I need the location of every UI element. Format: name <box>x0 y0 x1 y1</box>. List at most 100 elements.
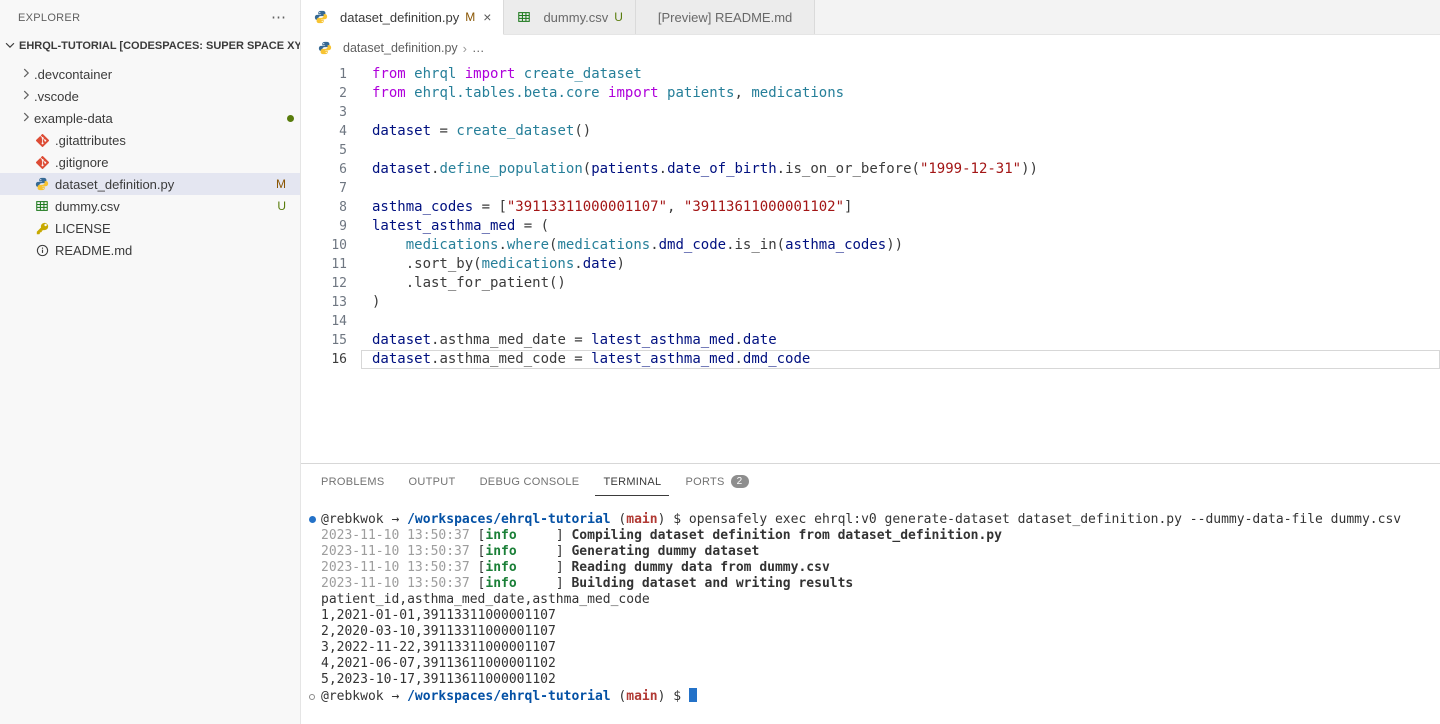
panel-tab-label: PROBLEMS <box>321 476 385 488</box>
tree-item-dataset_definition.py[interactable]: dataset_definition.pyM <box>0 173 300 195</box>
code-line-6[interactable]: 6 dataset.define_population(patients.date… <box>301 160 1440 179</box>
terminal-gutter <box>307 689 321 705</box>
line-content <box>361 312 1440 331</box>
git-status-badge: M <box>465 10 475 24</box>
line-number: 15 <box>301 331 347 350</box>
git-icon <box>34 156 50 169</box>
terminal[interactable]: @rebkwok → /workspaces/ehrql-tutorial (m… <box>301 498 1440 724</box>
chevron-down-icon <box>3 38 17 55</box>
tree-item-label: example-data <box>34 111 113 126</box>
code-line-10[interactable]: 10 medications.where(medications.dmd_cod… <box>301 236 1440 255</box>
line-number: 5 <box>301 141 347 160</box>
editor-tab-dataset_definition.py[interactable]: dataset_definition.py M × <box>301 0 504 35</box>
editor-tab-dummy.csv[interactable]: dummy.csv U <box>504 0 635 34</box>
editor-group: dataset_definition.py M × dummy.csv U [Previe… <box>301 0 1440 724</box>
git-icon <box>34 134 50 147</box>
close-icon[interactable]: × <box>483 10 491 24</box>
panel-tab-ports[interactable]: PORTS2 <box>677 466 756 496</box>
line-content: dataset.define_population(patients.date_… <box>361 160 1440 179</box>
code-line-2[interactable]: 2from ehrql.tables.beta.core import pati… <box>301 84 1440 103</box>
command-decoration-icon[interactable] <box>309 516 316 523</box>
workspace-header[interactable]: EHRQL-TUTORIAL [CODESPACES: SUPER SPACE … <box>0 35 300 57</box>
tree-item-label: .vscode <box>34 89 79 104</box>
code-line-3[interactable]: 3 <box>301 103 1440 122</box>
panel-tab-output[interactable]: OUTPUT <box>401 467 464 496</box>
line-content <box>361 179 1440 198</box>
panel-tab-label: PORTS <box>685 476 724 488</box>
line-content <box>361 141 1440 160</box>
code-line-11[interactable]: 11 .sort_by(medications.date) <box>301 255 1440 274</box>
prompt-decoration-icon[interactable] <box>309 694 315 700</box>
workspace-label: EHRQL-TUTORIAL [CODESPACES: SUPER SPACE … <box>19 40 300 52</box>
line-number: 16 <box>301 350 347 369</box>
panel-tab-bar: PROBLEMS OUTPUT DEBUG CONSOLE TERMINAL PORTS… <box>301 464 1440 498</box>
line-number: 6 <box>301 160 347 179</box>
breadcrumb: dataset_definition.py › … <box>301 35 1440 61</box>
code-line-15[interactable]: 15dataset.asthma_med_date = latest_asthm… <box>301 331 1440 350</box>
tab-label: dummy.csv <box>543 10 608 25</box>
license-icon <box>34 222 50 235</box>
more-actions-icon[interactable]: ⋯ <box>271 10 286 25</box>
editor-tab--preview-readme.md[interactable]: [Preview] README.md <box>636 0 815 34</box>
panel-tab-debug-console[interactable]: DEBUG CONSOLE <box>472 467 588 496</box>
tree-item-.gitignore[interactable]: .gitignore <box>0 151 300 173</box>
file-tree: .devcontainer .vscode example-data .gitattr… <box>0 57 300 261</box>
line-content: latest_asthma_med = ( <box>361 217 1440 236</box>
breadcrumb-file[interactable]: dataset_definition.py <box>343 41 458 55</box>
code-editor[interactable]: 1 from ehrql import create_dataset2from e… <box>301 61 1440 463</box>
tree-item-label: .devcontainer <box>34 67 112 82</box>
code-line-4[interactable]: 4 dataset = create_dataset() <box>301 122 1440 141</box>
terminal-gutter <box>307 512 321 528</box>
line-content: dataset.asthma_med_code = latest_asthma_… <box>361 350 1440 369</box>
code-line-16[interactable]: 16 dataset.asthma_med_code = latest_asthm… <box>301 350 1440 369</box>
terminal-line: 2023-11-10 13:50:37 [info ] Reading dumm… <box>307 560 1440 576</box>
git-status-badge: U <box>614 10 623 24</box>
line-number: 4 <box>301 122 347 141</box>
code-line-8[interactable]: 8 asthma_codes = ["39113311000001107", "3… <box>301 198 1440 217</box>
explorer-sidebar: EXPLORER ⋯ EHRQL-TUTORIAL [CODESPACES: S… <box>0 0 301 724</box>
code-line-7[interactable]: 7 <box>301 179 1440 198</box>
python-icon <box>317 41 333 55</box>
line-number: 8 <box>301 198 347 217</box>
tab-label: [Preview] README.md <box>658 10 792 25</box>
code-line-5[interactable]: 5 <box>301 141 1440 160</box>
line-content: asthma_codes = ["39113311000001107", "39… <box>361 198 1440 217</box>
terminal-line: 3,2022-11-22,39113311000001107 <box>307 640 1440 656</box>
tab-label: dataset_definition.py <box>340 10 459 25</box>
tree-item-README.md[interactable]: README.md <box>0 239 300 261</box>
explorer-header: EXPLORER ⋯ <box>0 0 300 35</box>
tree-item-.devcontainer[interactable]: .devcontainer <box>0 63 300 85</box>
line-number: 3 <box>301 103 347 122</box>
line-content: from ehrql import create_dataset <box>361 65 1440 84</box>
code-line-13[interactable]: 13) <box>301 293 1440 312</box>
code-line-9[interactable]: 9latest_asthma_med = ( <box>301 217 1440 236</box>
tree-item-.vscode[interactable]: .vscode <box>0 85 300 107</box>
bottom-panel: PROBLEMS OUTPUT DEBUG CONSOLE TERMINAL PORTS… <box>301 463 1440 724</box>
panel-tab-problems[interactable]: PROBLEMS <box>313 467 393 496</box>
tree-item-label: dummy.csv <box>55 199 120 214</box>
tree-item-LICENSE[interactable]: LICENSE <box>0 217 300 239</box>
line-content: .last_for_patient() <box>361 274 1440 293</box>
line-content: from ehrql.tables.beta.core import patie… <box>361 84 1440 103</box>
panel-tab-label: DEBUG CONSOLE <box>480 476 580 488</box>
tree-item-label: LICENSE <box>55 221 111 236</box>
terminal-cursor <box>689 688 697 702</box>
code-line-12[interactable]: 12 .last_for_patient() <box>301 274 1440 293</box>
tree-item-.gitattributes[interactable]: .gitattributes <box>0 129 300 151</box>
python-icon <box>313 10 329 24</box>
tree-item-dummy.csv[interactable]: dummy.csv U <box>0 195 300 217</box>
line-number: 1 <box>301 65 347 84</box>
code-line-1[interactable]: 1 from ehrql import create_dataset <box>301 65 1440 84</box>
git-changes-dot-icon <box>287 115 294 122</box>
line-number: 14 <box>301 312 347 331</box>
tree-item-example-data[interactable]: example-data <box>0 107 300 129</box>
breadcrumb-separator-icon: › <box>463 41 467 56</box>
line-number: 7 <box>301 179 347 198</box>
code-line-14[interactable]: 14 <box>301 312 1440 331</box>
terminal-line: 5,2023-10-17,39113611000001102 <box>307 672 1440 688</box>
git-status-badge: U <box>277 199 286 213</box>
line-content: dataset = create_dataset() <box>361 122 1440 141</box>
breadcrumb-symbols[interactable]: … <box>472 41 485 55</box>
terminal-line: 1,2021-01-01,39113311000001107 <box>307 608 1440 624</box>
panel-tab-terminal[interactable]: TERMINAL <box>595 467 669 496</box>
